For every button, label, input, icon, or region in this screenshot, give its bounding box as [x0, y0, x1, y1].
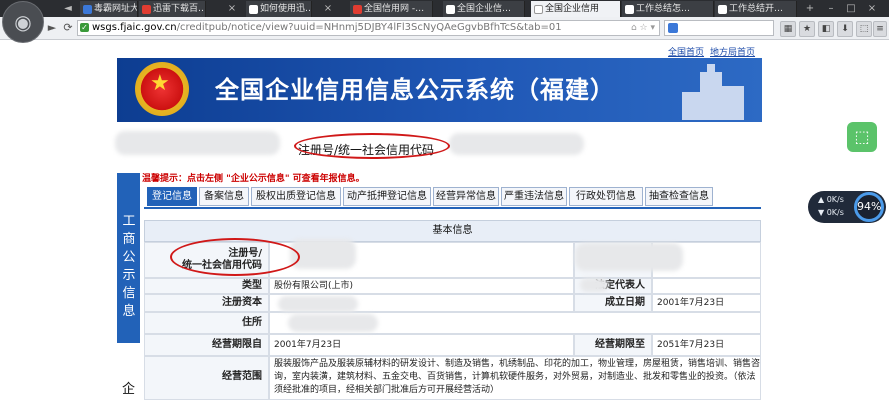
- tab-penalty[interactable]: 行政处罚信息: [569, 187, 643, 206]
- banner-title: 全国企业信用信息公示系统（福建）: [215, 76, 615, 104]
- tab-inspection[interactable]: 抽查检查信息: [645, 187, 713, 206]
- red-ellipse-annotation: [294, 133, 450, 159]
- browser-tab[interactable]: 如何使用迅…: [246, 1, 312, 17]
- network-speed-widget[interactable]: ▲ 0K/s ▼ 0K/s 94%: [808, 191, 886, 223]
- tab-favicon-icon: [534, 5, 543, 14]
- minimize-icon[interactable]: –: [825, 3, 837, 15]
- browser-logo-icon[interactable]: ◉: [2, 1, 44, 43]
- label-capital: 注册资本: [144, 294, 269, 312]
- floating-helper-icon[interactable]: ⬚: [847, 122, 877, 152]
- tab-favicon-icon: [249, 5, 258, 14]
- browser-tab[interactable]: 工作总结开…: [715, 1, 797, 17]
- building-icon: [678, 64, 750, 120]
- value-term-from: 2001年7月23日: [269, 334, 574, 356]
- maximize-icon[interactable]: □: [845, 3, 857, 15]
- browser-tab-strip: 毒霸网址大… 迅雷下载百… 如何使用迅… 全国信用网 -… 全国企业信… 全国企…: [0, 0, 889, 17]
- tab-registration[interactable]: 登记信息: [147, 187, 197, 206]
- info-tabs: 登记信息 备案信息 股权出质登记信息 动产抵押登记信息 经营异常信息 严重违法信…: [144, 187, 761, 209]
- sidebar-enterprise-info[interactable]: 企: [117, 376, 140, 400]
- browser-tab[interactable]: 全国企业信…: [443, 1, 525, 17]
- label-term-to: 经营期限至: [574, 334, 652, 356]
- sidebar-public-info[interactable]: 工商公示信息: [117, 173, 140, 343]
- browser-tab[interactable]: 全国信用网 -…: [350, 1, 433, 17]
- tab-filing[interactable]: 备案信息: [199, 187, 249, 206]
- browser-tab[interactable]: 毒霸网址大…: [80, 1, 138, 17]
- tab-favicon-icon: [625, 5, 634, 14]
- download-speed: ▼ 0K/s: [818, 208, 844, 217]
- redacted-legal-rep: [580, 278, 608, 292]
- label-address: 住所: [144, 312, 269, 334]
- tab-favicon-icon: [718, 5, 727, 14]
- redacted-reg-number: [449, 133, 584, 155]
- upload-speed: ▲ 0K/s: [818, 195, 844, 204]
- tab-favicon-icon: [83, 5, 92, 14]
- redacted-capital: [278, 296, 358, 312]
- search-engine-icon: [668, 23, 678, 33]
- browser-tab[interactable]: 迅雷下载百…: [139, 1, 206, 17]
- tab-chattel-mortgage[interactable]: 动产抵押登记信息: [343, 187, 431, 206]
- url-input[interactable]: ✓ wsgs.fjaic.gov.cn/creditpub/notice/vie…: [77, 20, 660, 36]
- tab-equity-pledge[interactable]: 股权出质登记信息: [251, 187, 341, 206]
- star-icon[interactable]: ★: [799, 21, 815, 37]
- tab-abnormal[interactable]: 经营异常信息: [433, 187, 499, 206]
- value-type: 股份有限公司(上市): [269, 278, 574, 294]
- label-term-from: 经营期限自: [144, 334, 269, 356]
- top-links: 全国首页 地方局首页: [668, 45, 761, 58]
- url-path: /creditpub/notice/view?uuid=NHnmj5DJBY4l…: [176, 22, 562, 33]
- browser-tab[interactable]: 工作总结怎…: [622, 1, 714, 17]
- tab-favicon-icon: [353, 5, 362, 14]
- label-business-scope: 经营范围: [144, 356, 269, 400]
- extension-icon[interactable]: ⬚: [856, 21, 872, 37]
- redacted-name-value: [575, 243, 683, 271]
- close-window-icon[interactable]: ×: [866, 3, 878, 15]
- memory-usage-gauge: 94%: [854, 192, 884, 222]
- value-term-to: 2051年7月23日: [652, 334, 761, 356]
- value-legal-rep: [652, 278, 761, 294]
- url-host: wsgs.fjaic.gov.cn: [92, 22, 177, 33]
- link-national-home[interactable]: 全国首页: [668, 48, 704, 58]
- new-tab-icon[interactable]: +: [804, 3, 816, 15]
- tab-favicon-icon: [142, 5, 151, 14]
- search-input[interactable]: [664, 20, 774, 36]
- label-established: 成立日期: [574, 294, 652, 312]
- sidebar-label: 工商公示信息: [122, 214, 136, 319]
- download-icon[interactable]: ⬇: [837, 21, 853, 37]
- forward-arrow-icon[interactable]: ►: [44, 21, 60, 35]
- bookmark-star-icon[interactable]: ⌂ ☆ ▾: [631, 21, 655, 35]
- national-emblem-icon: ★: [135, 62, 189, 116]
- site-banner: ★ 全国企业信用信息公示系统（福建）: [117, 58, 762, 122]
- value-business-scope: 服装服饰产品及服装原辅材料的研发设计、制造及销售，机绣制品、印花的加工，物业管理…: [269, 356, 761, 400]
- address-toolbar: ► ⟳ ✓ wsgs.fjaic.gov.cn/creditpub/notice…: [0, 17, 889, 40]
- close-tab-icon[interactable]: ×: [322, 3, 334, 15]
- secure-check-icon: ✓: [80, 23, 89, 32]
- grid-icon[interactable]: ▦: [780, 21, 796, 37]
- tab-violation[interactable]: 严重违法信息: [501, 187, 567, 206]
- redacted-address: [288, 314, 378, 332]
- value-established: 2001年7月23日: [652, 294, 761, 312]
- redacted-company-name: [115, 131, 280, 155]
- link-local-home[interactable]: 地方局首页: [710, 48, 755, 58]
- label-type: 类型: [144, 278, 269, 294]
- notice-text: 温馨提示：点击左侧 "企业公示信息" 可查看年报信息。: [142, 174, 365, 184]
- red-ellipse-annotation: [170, 238, 300, 276]
- redacted-reg-value: [290, 239, 356, 269]
- refresh-icon[interactable]: ⟳: [60, 21, 76, 35]
- menu-icon[interactable]: ≡: [873, 21, 887, 37]
- close-tab-icon[interactable]: ×: [226, 3, 238, 15]
- browser-tab-active[interactable]: 全国企业信用: [531, 1, 621, 17]
- tab-favicon-icon: [446, 5, 455, 14]
- game-icon[interactable]: ◧: [818, 21, 834, 37]
- back-arrow-icon[interactable]: ◄: [62, 3, 74, 15]
